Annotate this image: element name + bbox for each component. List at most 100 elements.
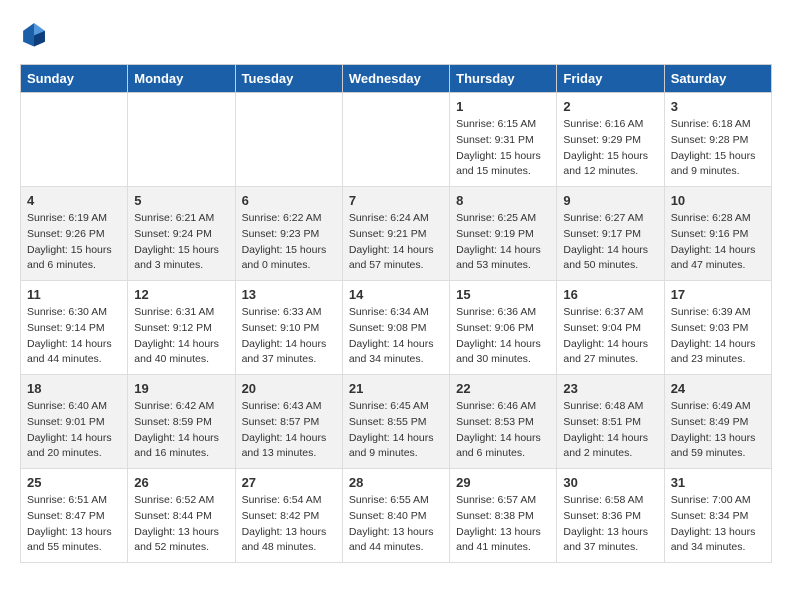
calendar-cell: 1 Sunrise: 6:15 AM Sunset: 9:31 PM Daylig… xyxy=(450,93,557,187)
day-header-friday: Friday xyxy=(557,65,664,93)
calendar-cell: 13Sunrise: 6:33 AM Sunset: 9:10 PM Dayli… xyxy=(235,281,342,375)
calendar-cell: 4 Sunrise: 6:19 AM Sunset: 9:26 PM Daylig… xyxy=(21,187,128,281)
day-info: Sunrise: 6:43 AM Sunset: 8:57 PM Dayligh… xyxy=(242,399,336,462)
calendar-cell: 14 Sunrise: 6:34 AM Sunset: 9:08 PM Dayli… xyxy=(342,281,449,375)
day-header-monday: Monday xyxy=(128,65,235,93)
day-info: Sunrise: 6:15 AM Sunset: 9:31 PM Dayligh… xyxy=(456,117,550,180)
calendar-cell: 25 Sunrise: 6:51 AM Sunset: 8:47 PM Dayli… xyxy=(21,469,128,563)
calendar-cell: 12 Sunrise: 6:31 AM Sunset: 9:12 PM Dayli… xyxy=(128,281,235,375)
day-info: Sunrise: 6:30 AM Sunset: 9:14 PM Dayligh… xyxy=(27,305,121,368)
day-info: Sunrise: 6:16 AM Sunset: 9:29 PM Dayligh… xyxy=(563,117,657,180)
day-info: Sunrise: 6:42 AM Sunset: 8:59 PM Dayligh… xyxy=(134,399,228,462)
day-info: Sunrise: 6:46 AM Sunset: 8:53 PM Dayligh… xyxy=(456,399,550,462)
calendar-cell: 8Sunrise: 6:25 AM Sunset: 9:19 PM Daylig… xyxy=(450,187,557,281)
day-info: Sunrise: 6:19 AM Sunset: 9:26 PM Dayligh… xyxy=(27,211,121,274)
day-number: 7 xyxy=(349,193,443,208)
calendar-header-row: SundayMondayTuesdayWednesdayThursdayFrid… xyxy=(21,65,772,93)
logo-icon xyxy=(20,20,48,48)
day-number: 18 xyxy=(27,381,121,396)
day-number: 11 xyxy=(27,287,121,302)
day-number: 2 xyxy=(563,99,657,114)
calendar-week-row: 4 Sunrise: 6:19 AM Sunset: 9:26 PM Daylig… xyxy=(21,187,772,281)
day-info: Sunrise: 6:27 AM Sunset: 9:17 PM Dayligh… xyxy=(563,211,657,274)
day-info: Sunrise: 6:18 AM Sunset: 9:28 PM Dayligh… xyxy=(671,117,765,180)
calendar-cell xyxy=(342,93,449,187)
day-info: Sunrise: 6:28 AM Sunset: 9:16 PM Dayligh… xyxy=(671,211,765,274)
day-number: 1 xyxy=(456,99,550,114)
calendar-cell: 20 Sunrise: 6:43 AM Sunset: 8:57 PM Dayli… xyxy=(235,375,342,469)
calendar-cell: 16Sunrise: 6:37 AM Sunset: 9:04 PM Dayli… xyxy=(557,281,664,375)
calendar-cell: 18 Sunrise: 6:40 AM Sunset: 9:01 PM Dayli… xyxy=(21,375,128,469)
day-number: 24 xyxy=(671,381,765,396)
day-info: Sunrise: 6:31 AM Sunset: 9:12 PM Dayligh… xyxy=(134,305,228,368)
day-number: 17 xyxy=(671,287,765,302)
day-info: Sunrise: 6:40 AM Sunset: 9:01 PM Dayligh… xyxy=(27,399,121,462)
calendar-cell: 10 Sunrise: 6:28 AM Sunset: 9:16 PM Dayli… xyxy=(664,187,771,281)
day-number: 19 xyxy=(134,381,228,396)
day-number: 3 xyxy=(671,99,765,114)
calendar-cell: 28Sunrise: 6:55 AM Sunset: 8:40 PM Dayli… xyxy=(342,469,449,563)
day-info: Sunrise: 6:45 AM Sunset: 8:55 PM Dayligh… xyxy=(349,399,443,462)
day-info: Sunrise: 6:24 AM Sunset: 9:21 PM Dayligh… xyxy=(349,211,443,274)
calendar-cell: 15Sunrise: 6:36 AM Sunset: 9:06 PM Dayli… xyxy=(450,281,557,375)
calendar-cell: 27 Sunrise: 6:54 AM Sunset: 8:42 PM Dayli… xyxy=(235,469,342,563)
day-info: Sunrise: 6:49 AM Sunset: 8:49 PM Dayligh… xyxy=(671,399,765,462)
page-header xyxy=(20,20,772,48)
calendar-week-row: 1 Sunrise: 6:15 AM Sunset: 9:31 PM Daylig… xyxy=(21,93,772,187)
calendar-cell: 24 Sunrise: 6:49 AM Sunset: 8:49 PM Dayli… xyxy=(664,375,771,469)
day-number: 14 xyxy=(349,287,443,302)
calendar-cell: 6 Sunrise: 6:22 AM Sunset: 9:23 PM Daylig… xyxy=(235,187,342,281)
day-info: Sunrise: 6:39 AM Sunset: 9:03 PM Dayligh… xyxy=(671,305,765,368)
day-number: 25 xyxy=(27,475,121,490)
calendar-cell: 29 Sunrise: 6:57 AM Sunset: 8:38 PM Dayli… xyxy=(450,469,557,563)
calendar-cell: 2 Sunrise: 6:16 AM Sunset: 9:29 PM Daylig… xyxy=(557,93,664,187)
calendar-cell: 9 Sunrise: 6:27 AM Sunset: 9:17 PM Daylig… xyxy=(557,187,664,281)
calendar-cell: 21 Sunrise: 6:45 AM Sunset: 8:55 PM Dayli… xyxy=(342,375,449,469)
day-number: 6 xyxy=(242,193,336,208)
day-number: 9 xyxy=(563,193,657,208)
day-info: Sunrise: 6:54 AM Sunset: 8:42 PM Dayligh… xyxy=(242,493,336,556)
day-info: Sunrise: 6:25 AM Sunset: 9:19 PM Dayligh… xyxy=(456,211,550,274)
day-info: Sunrise: 7:00 AM Sunset: 8:34 PM Dayligh… xyxy=(671,493,765,556)
day-info: Sunrise: 6:33 AM Sunset: 9:10 PM Dayligh… xyxy=(242,305,336,368)
day-info: Sunrise: 6:51 AM Sunset: 8:47 PM Dayligh… xyxy=(27,493,121,556)
day-info: Sunrise: 6:22 AM Sunset: 9:23 PM Dayligh… xyxy=(242,211,336,274)
day-number: 15 xyxy=(456,287,550,302)
day-header-sunday: Sunday xyxy=(21,65,128,93)
calendar-cell xyxy=(235,93,342,187)
calendar-cell: 23 Sunrise: 6:48 AM Sunset: 8:51 PM Dayli… xyxy=(557,375,664,469)
day-number: 12 xyxy=(134,287,228,302)
day-header-thursday: Thursday xyxy=(450,65,557,93)
day-info: Sunrise: 6:58 AM Sunset: 8:36 PM Dayligh… xyxy=(563,493,657,556)
day-number: 27 xyxy=(242,475,336,490)
day-info: Sunrise: 6:21 AM Sunset: 9:24 PM Dayligh… xyxy=(134,211,228,274)
day-info: Sunrise: 6:34 AM Sunset: 9:08 PM Dayligh… xyxy=(349,305,443,368)
day-number: 23 xyxy=(563,381,657,396)
day-info: Sunrise: 6:57 AM Sunset: 8:38 PM Dayligh… xyxy=(456,493,550,556)
day-info: Sunrise: 6:37 AM Sunset: 9:04 PM Dayligh… xyxy=(563,305,657,368)
day-number: 31 xyxy=(671,475,765,490)
day-number: 10 xyxy=(671,193,765,208)
day-header-saturday: Saturday xyxy=(664,65,771,93)
calendar-cell: 7 Sunrise: 6:24 AM Sunset: 9:21 PM Daylig… xyxy=(342,187,449,281)
calendar-table: SundayMondayTuesdayWednesdayThursdayFrid… xyxy=(20,64,772,563)
day-number: 4 xyxy=(27,193,121,208)
day-number: 20 xyxy=(242,381,336,396)
calendar-cell: 22 Sunrise: 6:46 AM Sunset: 8:53 PM Dayli… xyxy=(450,375,557,469)
day-number: 22 xyxy=(456,381,550,396)
calendar-cell: 5Sunrise: 6:21 AM Sunset: 9:24 PM Daylig… xyxy=(128,187,235,281)
day-number: 29 xyxy=(456,475,550,490)
day-number: 21 xyxy=(349,381,443,396)
calendar-cell: 17 Sunrise: 6:39 AM Sunset: 9:03 PM Dayli… xyxy=(664,281,771,375)
day-number: 30 xyxy=(563,475,657,490)
calendar-week-row: 25 Sunrise: 6:51 AM Sunset: 8:47 PM Dayli… xyxy=(21,469,772,563)
calendar-cell: 3 Sunrise: 6:18 AM Sunset: 9:28 PM Daylig… xyxy=(664,93,771,187)
day-info: Sunrise: 6:55 AM Sunset: 8:40 PM Dayligh… xyxy=(349,493,443,556)
calendar-cell: 30 Sunrise: 6:58 AM Sunset: 8:36 PM Dayli… xyxy=(557,469,664,563)
calendar-week-row: 11 Sunrise: 6:30 AM Sunset: 9:14 PM Dayli… xyxy=(21,281,772,375)
calendar-cell xyxy=(128,93,235,187)
calendar-cell: 11 Sunrise: 6:30 AM Sunset: 9:14 PM Dayli… xyxy=(21,281,128,375)
day-info: Sunrise: 6:48 AM Sunset: 8:51 PM Dayligh… xyxy=(563,399,657,462)
day-header-tuesday: Tuesday xyxy=(235,65,342,93)
calendar-cell: 31 Sunrise: 7:00 AM Sunset: 8:34 PM Dayli… xyxy=(664,469,771,563)
